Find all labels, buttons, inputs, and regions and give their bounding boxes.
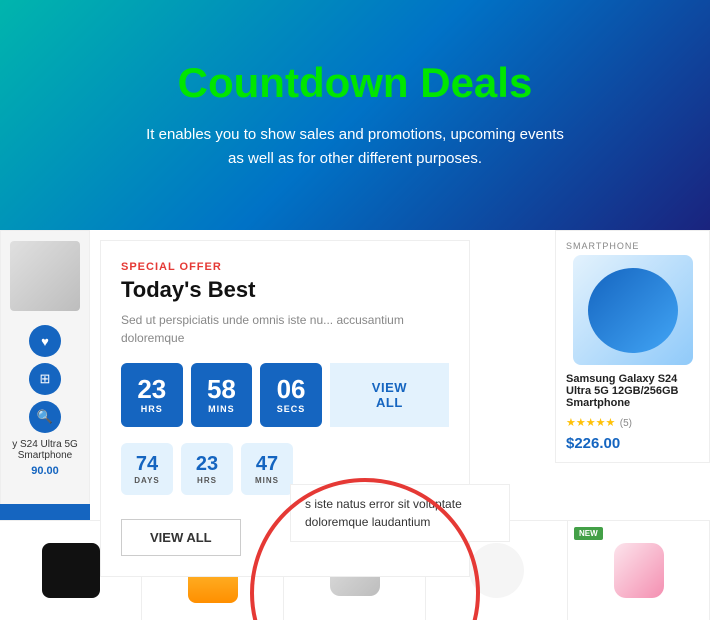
thumb-image-0 [42, 543, 100, 598]
products-section: ♥ ⊞ 🔍 y S24 Ultra 5G Smartphone 90.00 0 … [0, 230, 710, 620]
view-all-inline-button[interactable]: VIEW ALL [330, 363, 449, 427]
countdown-secs-label: SECS [277, 404, 306, 414]
thumb-image-3 [469, 543, 524, 598]
view-all-button[interactable]: VIEW ALL [121, 519, 241, 556]
countdown-hours-label: HRS [141, 404, 163, 414]
countdown-mins-value: 58 [207, 376, 236, 402]
mini-mins-label: MINS [255, 476, 279, 485]
tooltip-box: s iste natus error sit voluptate dolorem… [290, 484, 510, 542]
countdown-mins-label: MINS [208, 404, 235, 414]
thumb-image-4 [614, 543, 664, 598]
mini-days-value: 74 [136, 454, 158, 474]
right-product-card: SMARTPHONE Samsung Galaxy S24 Ultra 5G 1… [555, 230, 710, 463]
compare-button[interactable]: ⊞ [29, 363, 61, 395]
product-stars: ★★★★★ [566, 417, 615, 429]
special-offer-label: SPECIAL OFFER [121, 261, 449, 273]
hero-banner: Countdown Deals It enables you to show s… [0, 0, 710, 230]
left-product-card: ♥ ⊞ 🔍 y S24 Ultra 5G Smartphone 90.00 [0, 230, 90, 510]
countdown-row: 23 HRS 58 MINS 06 SECS VIEW ALL [121, 363, 449, 427]
hero-subtitle: It enables you to show sales and promoti… [146, 123, 564, 171]
product-category-badge: SMARTPHONE [566, 241, 699, 251]
deal-title: Today's Best [121, 277, 449, 303]
product-reviews: (5) [620, 418, 632, 429]
countdown-mins-block: 58 MINS [191, 363, 253, 427]
mini-hrs-value: 23 [196, 454, 218, 474]
wishlist-button[interactable]: ♥ [29, 325, 61, 357]
countdown-secs-block: 06 SECS [260, 363, 322, 427]
mini-mins-block: 47 MINS [241, 443, 293, 495]
countdown-secs-value: 06 [277, 376, 306, 402]
deal-description: Sed ut perspiciatis unde omnis iste nu..… [121, 311, 449, 347]
mini-mins-value: 47 [256, 454, 278, 474]
left-product-image [10, 241, 80, 311]
countdown-hours-block: 23 HRS [121, 363, 183, 427]
product-actions: ♥ ⊞ 🔍 [29, 325, 61, 433]
right-product-name: Samsung Galaxy S24 Ultra 5G 12GB/256GB S… [566, 373, 699, 409]
countdown-hours-value: 23 [137, 376, 166, 402]
mini-days-block: 74 DAYS [121, 443, 173, 495]
thumb-card-4[interactable]: NEW [568, 521, 710, 620]
left-product-price: 90.00 [31, 465, 59, 477]
heart-icon: ♥ [41, 334, 49, 349]
mini-days-label: DAYS [134, 476, 160, 485]
mini-hrs-block: 23 HRS [181, 443, 233, 495]
hero-title: Countdown Deals [178, 59, 533, 107]
right-product-price: $226.00 [566, 435, 699, 452]
search-button[interactable]: 🔍 [29, 401, 61, 433]
right-product-image [573, 255, 693, 365]
mini-hrs-label: HRS [197, 476, 217, 485]
new-badge: NEW [574, 527, 603, 540]
right-product-image-inner [588, 268, 678, 353]
layers-icon: ⊞ [40, 371, 51, 387]
left-product-name: y S24 Ultra 5G Smartphone [6, 439, 84, 461]
search-icon: 🔍 [37, 409, 53, 425]
